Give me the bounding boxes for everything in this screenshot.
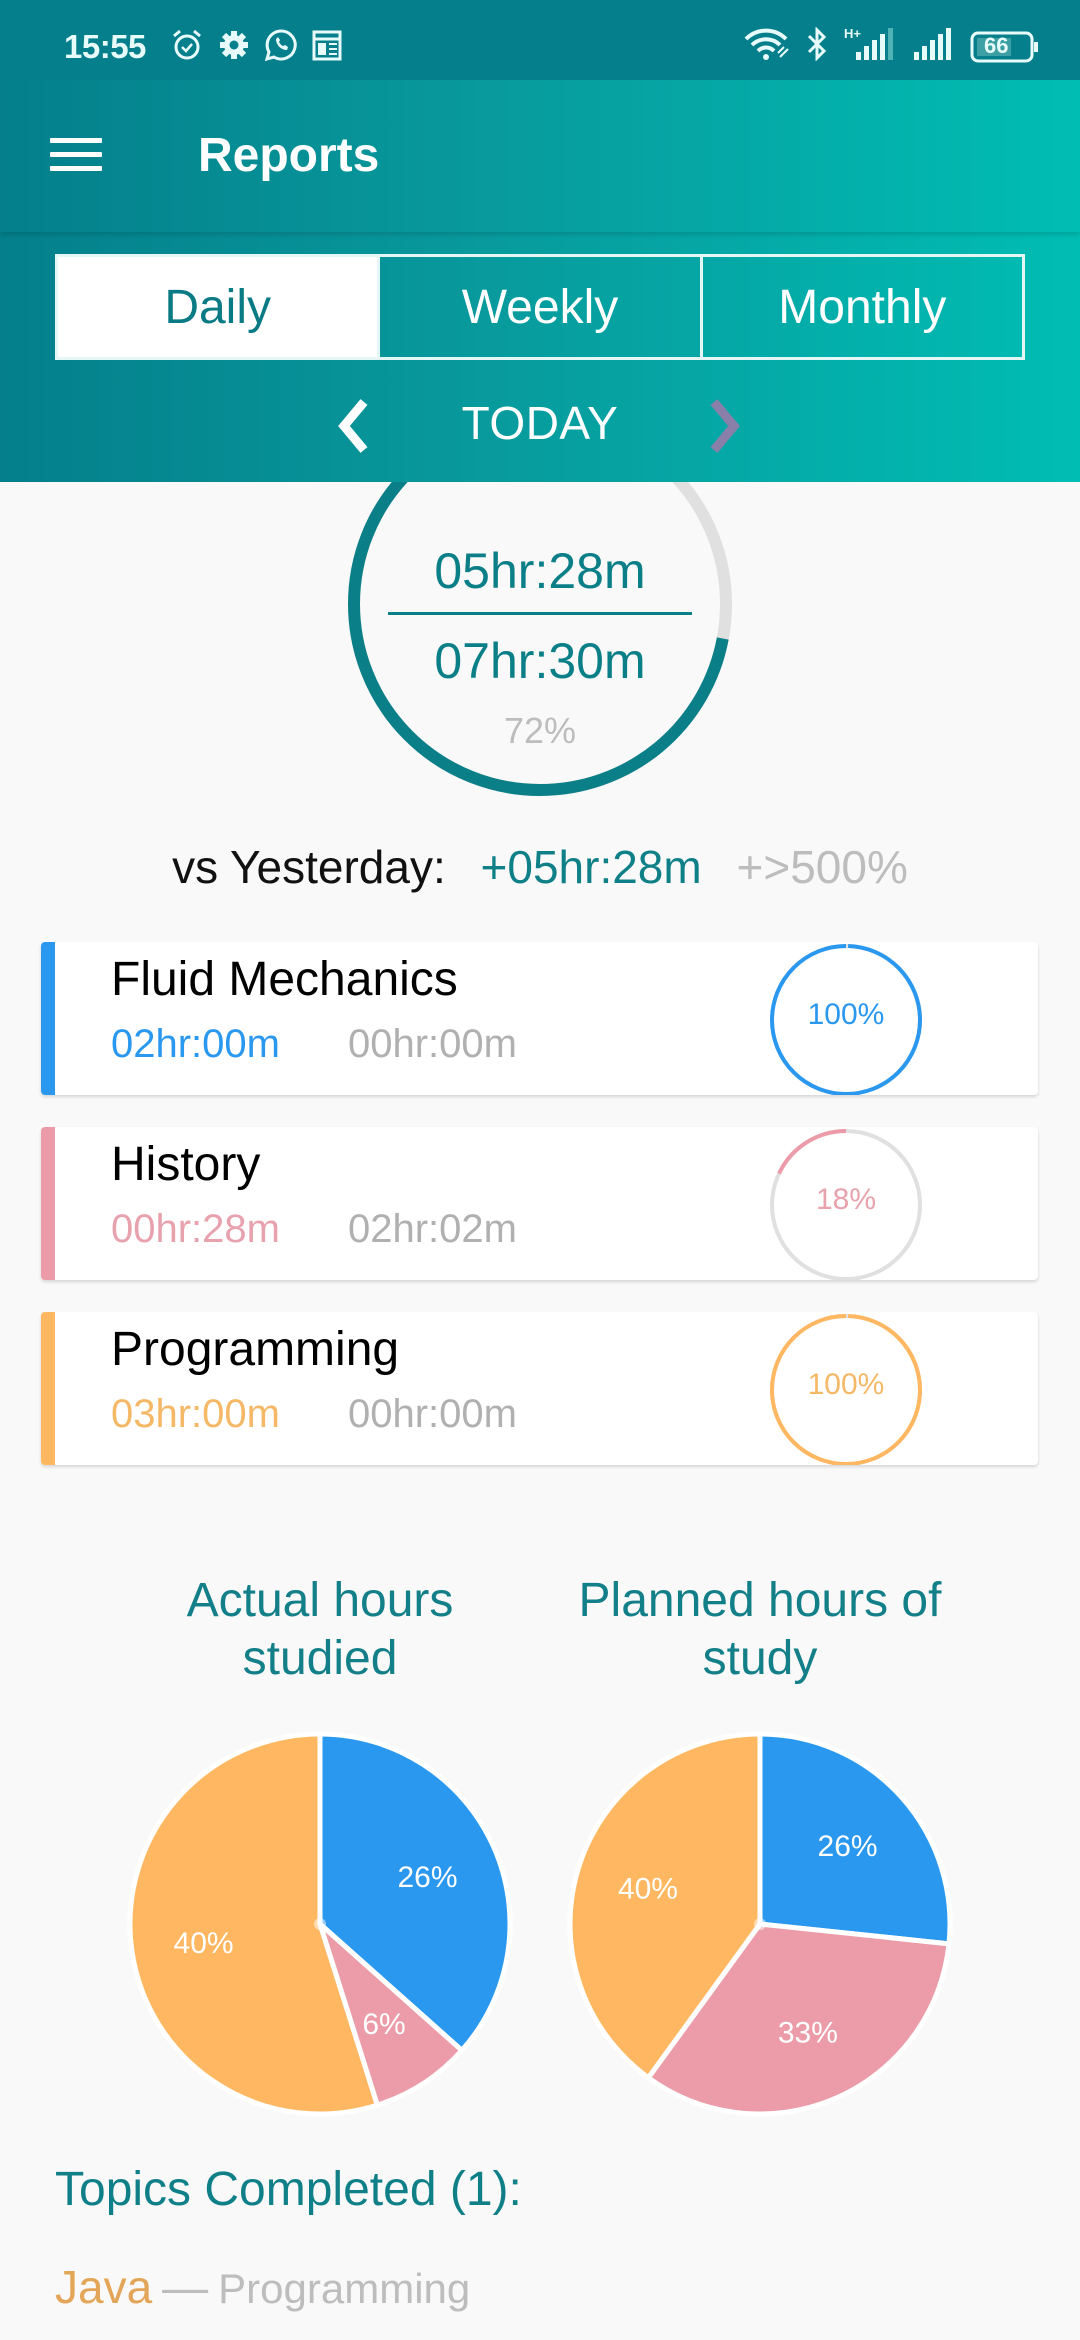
vs-yesterday-percent: +>500%	[736, 841, 908, 893]
signal-icon	[912, 26, 954, 67]
subject-percent: 18%	[815, 1183, 877, 1216]
pie-label: 6%	[362, 2008, 405, 2041]
chevron-left-icon[interactable]	[330, 398, 378, 454]
total-planned-time: 07hr:30m	[434, 633, 646, 689]
period-navigator: TODAY	[0, 390, 1080, 460]
subject-name: Programming	[111, 1323, 400, 1376]
subject-remaining-time: 00hr:00m	[348, 1392, 517, 1436]
subject-color-bar	[41, 1127, 55, 1280]
period-label: TODAY	[461, 397, 619, 449]
subject-color-bar	[41, 942, 55, 1095]
pie-charts: 26% 6% 40% 26% 33% 40%	[127, 1731, 953, 2117]
subject-actual-time: 02hr:00m	[111, 1022, 280, 1066]
planned-chart-title-line2: study	[702, 1632, 818, 1685]
actual-chart-title-line1: Actual hours	[186, 1574, 454, 1627]
subject-name: History	[111, 1138, 261, 1191]
pie-label: 26%	[397, 1861, 457, 1894]
report-content[interactable]: 05hr:28m 07hr:30m 72% vs Yesterday: +05h…	[0, 482, 1080, 2340]
pie-label: 33%	[778, 2017, 838, 2050]
status-time: 15:55	[64, 28, 146, 65]
tab-monthly[interactable]: Monthly	[699, 257, 1022, 357]
status-bar: 15:55 H+ 66	[0, 0, 1080, 80]
tab-weekly[interactable]: Weekly	[377, 257, 699, 357]
subject-color-bar	[41, 1312, 55, 1465]
subject-name: Fluid Mechanics	[111, 953, 458, 1006]
subject-actual-time: 00hr:28m	[111, 1207, 280, 1251]
calendar-icon	[312, 29, 342, 66]
subject-card-programming[interactable]: Programming 03hr:00m 00hr:00m 100%	[41, 1312, 1038, 1465]
actual-chart-title-line2: studied	[242, 1632, 398, 1685]
planned-chart-title: Planned hours of study	[540, 1572, 980, 1688]
battery-icon: 66	[970, 30, 1040, 64]
actual-chart-title: Actual hours studied	[120, 1572, 520, 1688]
app-header: 15:55 H+ 66 Reports Daily Weekly Monthly…	[0, 0, 1080, 482]
pie-center-dot	[754, 1918, 766, 1930]
planned-chart-title-line1: Planned hours of	[578, 1574, 942, 1627]
gear-icon	[218, 29, 250, 66]
svg-text:H+: H+	[844, 26, 861, 41]
subject-remaining-time: 02hr:02m	[348, 1207, 517, 1251]
title-bar: Reports	[0, 80, 1080, 232]
topic-separator: —	[162, 2261, 209, 2313]
pie-center-dot	[314, 1918, 326, 1930]
signal-h-plus-icon: H+	[844, 26, 896, 67]
wifi-icon	[744, 27, 790, 66]
subject-card-fluid-mechanics[interactable]: Fluid Mechanics 02hr:00m 00hr:00m 100%	[41, 942, 1038, 1095]
topic-subject: Programming	[218, 2265, 471, 2312]
chevron-right-icon[interactable]	[700, 398, 748, 454]
topic-item[interactable]: Java — Programming	[55, 2260, 470, 2314]
pie-label: 40%	[618, 1873, 678, 1906]
hamburger-menu-icon[interactable]	[50, 138, 102, 174]
period-tabs: Daily Weekly Monthly	[55, 254, 1025, 360]
total-percent: 72%	[503, 710, 577, 751]
bluetooth-icon	[806, 26, 828, 66]
pie-label: 40%	[174, 1927, 234, 1960]
whatsapp-icon	[264, 28, 298, 67]
subject-actual-time: 03hr:00m	[111, 1392, 280, 1436]
subject-card-history[interactable]: History 00hr:28m 02hr:02m 18%	[41, 1127, 1038, 1280]
vs-yesterday-label: vs Yesterday:	[172, 841, 446, 893]
topics-completed-title: Topics Completed (1):	[55, 2163, 522, 2216]
topic-name: Java	[55, 2261, 153, 2313]
pie-label: 26%	[818, 1830, 878, 1863]
battery-level: 66	[984, 32, 1009, 58]
alarm-icon	[170, 28, 204, 67]
total-actual-time: 05hr:28m	[434, 543, 646, 599]
vs-yesterday-delta: +05hr:28m	[480, 841, 702, 893]
vs-yesterday-row: vs Yesterday: +05hr:28m +>500%	[0, 840, 1080, 894]
tab-daily[interactable]: Daily	[58, 257, 378, 357]
page-title: Reports	[198, 129, 380, 182]
subject-remaining-time: 00hr:00m	[348, 1022, 517, 1066]
ring-divider	[388, 612, 692, 615]
subject-percent: 100%	[807, 998, 885, 1031]
subject-percent: 100%	[807, 1368, 885, 1401]
